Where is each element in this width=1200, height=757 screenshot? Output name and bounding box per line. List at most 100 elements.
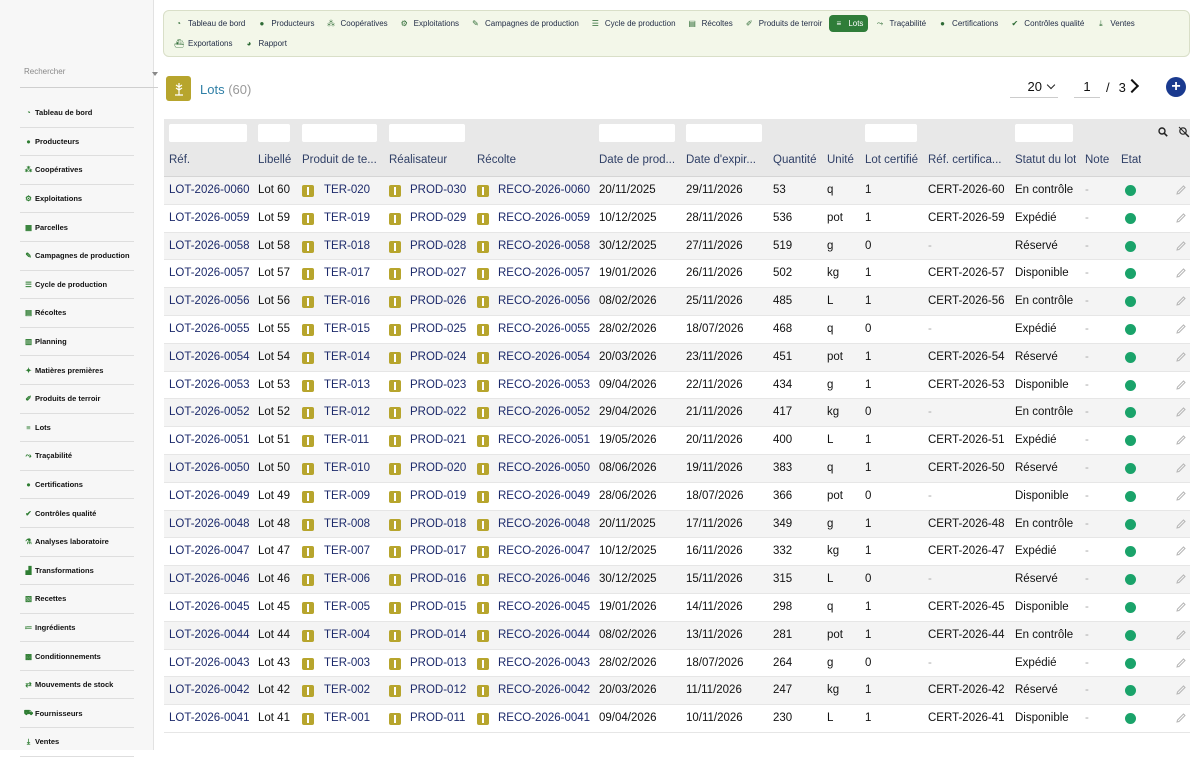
edit-pencil-icon[interactable] bbox=[1175, 267, 1187, 279]
edit-pencil-icon[interactable] bbox=[1175, 323, 1187, 335]
sidebar-item-planning[interactable]: ▥ Planning bbox=[20, 328, 134, 357]
nav-item-exploitations[interactable]: ⚙ Exploitations bbox=[395, 15, 464, 32]
cell-produit[interactable]: TER-015 bbox=[324, 323, 370, 335]
table-row[interactable]: LOT-2026-0058 Lot 58 TER-018 PROD-028 RECO-2… bbox=[164, 232, 1190, 261]
cell-realisateur[interactable]: PROD-011 bbox=[410, 712, 465, 724]
current-page-input[interactable]: 1 bbox=[1074, 76, 1100, 98]
cell-ref[interactable]: LOT-2026-0055 bbox=[169, 323, 250, 335]
edit-pencil-icon[interactable] bbox=[1175, 490, 1187, 502]
column-header[interactable]: Lot certifié bbox=[865, 154, 918, 166]
table-row[interactable]: LOT-2026-0048 Lot 48 TER-008 PROD-018 RECO-2… bbox=[164, 510, 1190, 539]
table-row[interactable]: LOT-2026-0056 Lot 56 TER-016 PROD-026 RECO-2… bbox=[164, 288, 1190, 316]
cell-produit[interactable]: TER-001 bbox=[324, 712, 370, 724]
sidebar-item-recettes[interactable]: ▧ Recettes bbox=[20, 585, 134, 614]
column-filter-input[interactable] bbox=[302, 124, 377, 142]
column-header[interactable]: Produit de te... bbox=[302, 154, 377, 166]
table-row[interactable]: LOT-2026-0055 Lot 55 TER-015 PROD-025 RECO-2… bbox=[164, 316, 1190, 344]
sidebar-item-mati-res-premi-res[interactable]: ✦ Matières premières bbox=[20, 356, 134, 385]
column-header[interactable]: Date de prod... bbox=[599, 154, 675, 166]
column-header[interactable]: Date d'expir... bbox=[686, 154, 756, 166]
column-header[interactable]: Quantité bbox=[773, 154, 816, 166]
edit-pencil-icon[interactable] bbox=[1175, 295, 1187, 307]
nav-item-cycle-de-production[interactable]: ☰ Cycle de production bbox=[586, 15, 681, 32]
sidebar-search[interactable] bbox=[20, 64, 158, 88]
cell-ref[interactable]: LOT-2026-0059 bbox=[169, 212, 250, 224]
cell-realisateur[interactable]: PROD-017 bbox=[410, 545, 466, 557]
cell-recolte[interactable]: RECO-2026-0042 bbox=[498, 684, 590, 696]
add-lot-button[interactable]: + bbox=[1166, 77, 1186, 97]
sidebar-item-analyses-laboratoire[interactable]: ⚗ Analyses laboratoire bbox=[20, 528, 134, 557]
edit-pencil-icon[interactable] bbox=[1175, 684, 1187, 696]
sidebar-search-input[interactable] bbox=[24, 67, 144, 76]
cell-produit[interactable]: TER-003 bbox=[324, 657, 370, 669]
cell-produit[interactable]: TER-017 bbox=[324, 267, 370, 279]
edit-pencil-icon[interactable] bbox=[1175, 712, 1187, 724]
table-row[interactable]: LOT-2026-0057 Lot 57 TER-017 PROD-027 RECO-2… bbox=[164, 260, 1190, 289]
table-row[interactable]: LOT-2026-0059 Lot 59 TER-019 PROD-029 RECO-2… bbox=[164, 205, 1190, 233]
nav-item-certifications[interactable]: ● Certifications bbox=[933, 15, 1003, 32]
cell-produit[interactable]: TER-014 bbox=[324, 351, 370, 363]
cell-recolte[interactable]: RECO-2026-0060 bbox=[498, 184, 590, 196]
cell-ref[interactable]: LOT-2026-0043 bbox=[169, 657, 250, 669]
cell-realisateur[interactable]: PROD-025 bbox=[410, 323, 466, 335]
column-header[interactable]: Récolte bbox=[477, 154, 516, 166]
cell-realisateur[interactable]: PROD-027 bbox=[410, 267, 466, 279]
cell-recolte[interactable]: RECO-2026-0043 bbox=[498, 657, 590, 669]
cell-ref[interactable]: LOT-2026-0052 bbox=[169, 406, 250, 418]
table-row[interactable]: LOT-2026-0053 Lot 53 TER-013 PROD-023 RECO-2… bbox=[164, 372, 1190, 400]
edit-pencil-icon[interactable] bbox=[1175, 601, 1187, 613]
column-filter-input[interactable] bbox=[169, 124, 247, 142]
cell-ref[interactable]: LOT-2026-0041 bbox=[169, 712, 250, 724]
cell-realisateur[interactable]: PROD-029 bbox=[410, 212, 466, 224]
cell-ref[interactable]: LOT-2026-0042 bbox=[169, 684, 250, 696]
nav-item-lots[interactable]: ≡ Lots bbox=[829, 15, 869, 32]
cell-ref[interactable]: LOT-2026-0046 bbox=[169, 573, 250, 585]
nav-item-campagnes-de-production[interactable]: ✎ Campagnes de production bbox=[466, 15, 584, 32]
column-filter-input[interactable] bbox=[258, 124, 290, 142]
next-page-button[interactable] bbox=[1127, 79, 1141, 93]
column-filter-input[interactable] bbox=[865, 124, 917, 142]
sidebar-item-cycle-de-production[interactable]: ☰ Cycle de production bbox=[20, 271, 134, 300]
cell-produit[interactable]: TER-018 bbox=[324, 240, 370, 252]
table-row[interactable]: LOT-2026-0041 Lot 41 TER-001 PROD-011 RECO-2… bbox=[164, 705, 1190, 733]
table-row[interactable]: LOT-2026-0049 Lot 49 TER-009 PROD-019 RECO-2… bbox=[164, 483, 1190, 511]
table-row[interactable]: LOT-2026-0050 Lot 50 TER-010 PROD-020 RECO-2… bbox=[164, 455, 1190, 483]
sidebar-item-certifications[interactable]: ● Certifications bbox=[20, 471, 134, 500]
cell-ref[interactable]: LOT-2026-0060 bbox=[169, 184, 250, 196]
nav-item-tableau-de-bord[interactable]: ◔ Tableau de bord bbox=[169, 15, 250, 32]
cell-realisateur[interactable]: PROD-019 bbox=[410, 490, 466, 502]
table-row[interactable]: LOT-2026-0046 Lot 46 TER-006 PROD-016 RECO-2… bbox=[164, 566, 1190, 594]
cell-ref[interactable]: LOT-2026-0051 bbox=[169, 434, 250, 446]
sidebar-item-producteurs[interactable]: ● Producteurs bbox=[20, 128, 134, 157]
column-header[interactable]: Statut du lot bbox=[1015, 154, 1076, 166]
sidebar-item-ingr-dients[interactable]: ≔ Ingrédients bbox=[20, 614, 134, 643]
nav-item-produits-de-terroir[interactable]: ✐ Produits de terroir bbox=[740, 15, 828, 32]
cell-realisateur[interactable]: PROD-028 bbox=[410, 240, 466, 252]
nav-item-r-coltes[interactable]: ▤ Récoltes bbox=[683, 15, 738, 32]
cell-ref[interactable]: LOT-2026-0053 bbox=[169, 379, 250, 391]
cell-ref[interactable]: LOT-2026-0044 bbox=[169, 629, 250, 641]
chevron-down-icon[interactable] bbox=[152, 72, 158, 76]
column-filter-input[interactable] bbox=[1015, 124, 1073, 142]
edit-pencil-icon[interactable] bbox=[1175, 351, 1187, 363]
page-size-select[interactable]: 20 bbox=[1010, 76, 1058, 98]
nav-item-rapport[interactable]: ◕ Rapport bbox=[239, 35, 291, 52]
cell-recolte[interactable]: RECO-2026-0047 bbox=[498, 545, 590, 557]
cell-realisateur[interactable]: PROD-015 bbox=[410, 601, 466, 613]
search-icon[interactable] bbox=[1158, 127, 1168, 137]
cell-produit[interactable]: TER-013 bbox=[324, 379, 370, 391]
table-row[interactable]: LOT-2026-0044 Lot 44 TER-004 PROD-014 RECO-2… bbox=[164, 621, 1190, 650]
cell-produit[interactable]: TER-012 bbox=[324, 406, 370, 418]
cell-ref[interactable]: LOT-2026-0058 bbox=[169, 240, 250, 252]
column-header[interactable]: Libellé bbox=[258, 154, 291, 166]
column-header[interactable]: Réf. certifica... bbox=[928, 154, 1002, 166]
table-row[interactable]: LOT-2026-0047 Lot 47 TER-007 PROD-017 RECO-2… bbox=[164, 538, 1190, 567]
cell-recolte[interactable]: RECO-2026-0041 bbox=[498, 712, 590, 724]
cell-produit[interactable]: TER-007 bbox=[324, 545, 370, 557]
edit-pencil-icon[interactable] bbox=[1175, 629, 1187, 641]
column-header[interactable]: État bbox=[1121, 154, 1141, 166]
nav-item-exportations[interactable]: ⛴ Exportations bbox=[169, 35, 237, 52]
cell-produit[interactable]: TER-009 bbox=[324, 490, 370, 502]
table-row[interactable]: LOT-2026-0042 Lot 42 TER-002 PROD-012 RECO-2… bbox=[164, 677, 1190, 706]
edit-pencil-icon[interactable] bbox=[1175, 462, 1187, 474]
